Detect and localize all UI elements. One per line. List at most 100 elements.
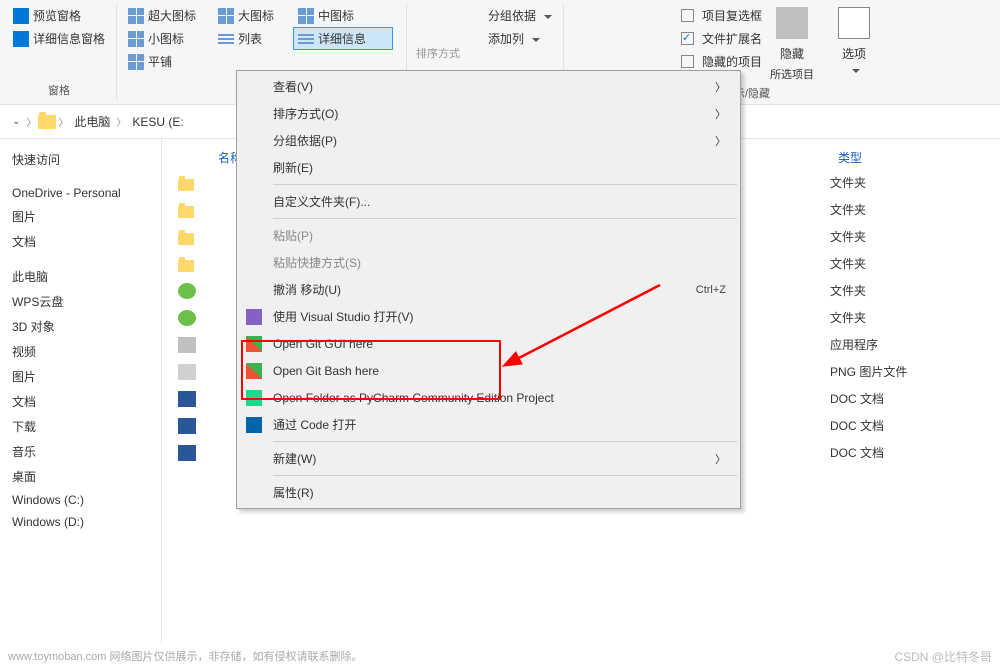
doc-icon — [178, 418, 196, 434]
ctx-group[interactable]: 分组依据(P)〉 — [239, 127, 738, 154]
layout-list[interactable]: 列表 — [213, 27, 293, 50]
nav-desktop[interactable]: 桌面 — [0, 464, 161, 489]
visual-studio-icon — [246, 309, 262, 325]
group-label-panes: 窗格 — [48, 82, 70, 100]
extra-large-icon — [128, 8, 144, 24]
type-cell: DOC 文档 — [830, 439, 907, 466]
watermark-text: www.toymoban.com 网络图片仅供展示，非存储，如有侵权请联系删除。 — [8, 648, 362, 664]
layout-details[interactable]: 详细信息 — [293, 27, 393, 50]
nav-downloads[interactable]: 下载 — [0, 414, 161, 439]
nav-dropdown[interactable]: ⌄ — [8, 116, 24, 127]
layout-medium[interactable]: 中图标 — [293, 4, 373, 27]
options-button[interactable]: 选项 — [829, 4, 879, 77]
folder-icon — [38, 115, 56, 129]
folder-icon — [178, 206, 194, 218]
ctx-properties[interactable]: 属性(R) — [239, 479, 738, 506]
chevron-right-icon: 〉 — [116, 114, 126, 129]
nav-this-pc[interactable]: 此电脑 — [0, 264, 161, 289]
breadcrumb-drive[interactable]: KESU (E: — [128, 115, 187, 129]
type-cell: PNG 图片文件 — [830, 358, 907, 385]
file-row[interactable] — [178, 169, 196, 196]
preview-pane-button[interactable]: 预览窗格 — [8, 4, 110, 27]
pycharm-icon — [246, 390, 262, 406]
nav-pictures[interactable]: 图片 — [0, 204, 161, 229]
options-icon — [838, 7, 870, 39]
nav-onedrive[interactable]: OneDrive - Personal — [0, 182, 161, 204]
nav-pictures-2[interactable]: 图片 — [0, 364, 161, 389]
type-cell: 文件夹 — [830, 196, 907, 223]
large-icon — [218, 8, 234, 24]
column-header-type[interactable]: 类型 — [830, 145, 870, 170]
file-types-column: 文件夹 文件夹 文件夹 文件夹 文件夹 文件夹 应用程序 PNG 图片文件 DO… — [830, 169, 907, 466]
tiles-icon — [128, 54, 144, 70]
details-pane-icon — [13, 31, 29, 47]
nav-videos[interactable]: 视频 — [0, 339, 161, 364]
add-columns-button[interactable]: 添加列 — [463, 27, 557, 50]
sort-button[interactable]: 排序方式 — [413, 4, 463, 64]
folder-icon — [178, 179, 194, 191]
item-checkboxes-toggle[interactable]: 项目复选框 — [676, 4, 767, 27]
nav-3d-objects[interactable]: 3D 对象 — [0, 314, 161, 339]
git-icon — [246, 363, 262, 379]
submenu-arrow-icon: 〉 — [715, 451, 726, 467]
ctx-sort[interactable]: 排序方式(O)〉 — [239, 100, 738, 127]
layout-tiles[interactable]: 平铺 — [123, 50, 213, 73]
add-columns-icon — [468, 31, 484, 47]
file-row[interactable] — [178, 385, 196, 412]
context-menu: 查看(V)〉 排序方式(O)〉 分组依据(P)〉 刷新(E) 自定义文件夹(F)… — [236, 70, 741, 509]
nav-documents-2[interactable]: 文档 — [0, 389, 161, 414]
type-cell: 文件夹 — [830, 223, 907, 250]
layout-extra-large[interactable]: 超大图标 — [123, 4, 213, 27]
file-row[interactable] — [178, 196, 196, 223]
nav-wps-cloud[interactable]: WPS云盘 — [0, 289, 161, 314]
file-row[interactable] — [178, 439, 196, 466]
ctx-customize[interactable]: 自定义文件夹(F)... — [239, 188, 738, 215]
file-row[interactable] — [178, 358, 196, 385]
details-pane-button[interactable]: 详细信息窗格 — [8, 27, 110, 50]
checkbox-icon — [681, 55, 694, 68]
ctx-open-vs[interactable]: 使用 Visual Studio 打开(V) — [239, 303, 738, 330]
type-cell: 应用程序 — [830, 331, 907, 358]
file-row[interactable] — [178, 250, 196, 277]
nav-music[interactable]: 音乐 — [0, 439, 161, 464]
ctx-git-gui[interactable]: Open Git GUI here — [239, 330, 738, 357]
nav-drive-c[interactable]: Windows (C:) — [0, 489, 161, 511]
file-row[interactable] — [178, 277, 196, 304]
ctx-paste-shortcut: 粘贴快捷方式(S) — [239, 249, 738, 276]
ctx-refresh[interactable]: 刷新(E) — [239, 154, 738, 181]
type-cell: 文件夹 — [830, 250, 907, 277]
git-icon — [246, 336, 262, 352]
hide-button[interactable]: 隐藏所选项目 — [767, 4, 817, 85]
doc-icon — [178, 445, 196, 461]
layout-small[interactable]: 小图标 — [123, 27, 213, 50]
layout-large[interactable]: 大图标 — [213, 4, 293, 27]
menu-separator — [273, 441, 737, 442]
file-row[interactable] — [178, 412, 196, 439]
file-icons-column — [178, 169, 196, 466]
folder-icon — [178, 233, 194, 245]
breadcrumb-this-pc[interactable]: 此电脑 — [70, 113, 114, 130]
list-icon — [218, 31, 234, 47]
submenu-arrow-icon: 〉 — [715, 106, 726, 122]
ctx-undo-move[interactable]: 撤消 移动(U)Ctrl+Z — [239, 276, 738, 303]
ctx-open-code[interactable]: 通过 Code 打开 — [239, 411, 738, 438]
ctx-paste: 粘贴(P) — [239, 222, 738, 249]
file-row[interactable] — [178, 331, 196, 358]
ribbon-group-panes: 预览窗格 详细信息窗格 窗格 — [2, 4, 117, 100]
ctx-pycharm[interactable]: Open Folder as PyCharm Community Edition… — [239, 384, 738, 411]
sort-icon — [422, 7, 454, 39]
type-cell: 文件夹 — [830, 169, 907, 196]
type-cell: 文件夹 — [830, 277, 907, 304]
file-row[interactable] — [178, 223, 196, 250]
file-ext-toggle[interactable]: 文件扩展名 — [676, 27, 767, 50]
nav-quick-access[interactable]: 快速访问 — [0, 147, 161, 172]
type-cell: DOC 文档 — [830, 412, 907, 439]
ctx-view[interactable]: 查看(V)〉 — [239, 73, 738, 100]
nav-drive-d[interactable]: Windows (D:) — [0, 511, 161, 533]
ctx-git-bash[interactable]: Open Git Bash here — [239, 357, 738, 384]
nav-documents[interactable]: 文档 — [0, 229, 161, 254]
file-row[interactable] — [178, 304, 196, 331]
ctx-new[interactable]: 新建(W)〉 — [239, 445, 738, 472]
menu-separator — [273, 184, 737, 185]
group-by-button[interactable]: 分组依据 — [463, 4, 557, 27]
